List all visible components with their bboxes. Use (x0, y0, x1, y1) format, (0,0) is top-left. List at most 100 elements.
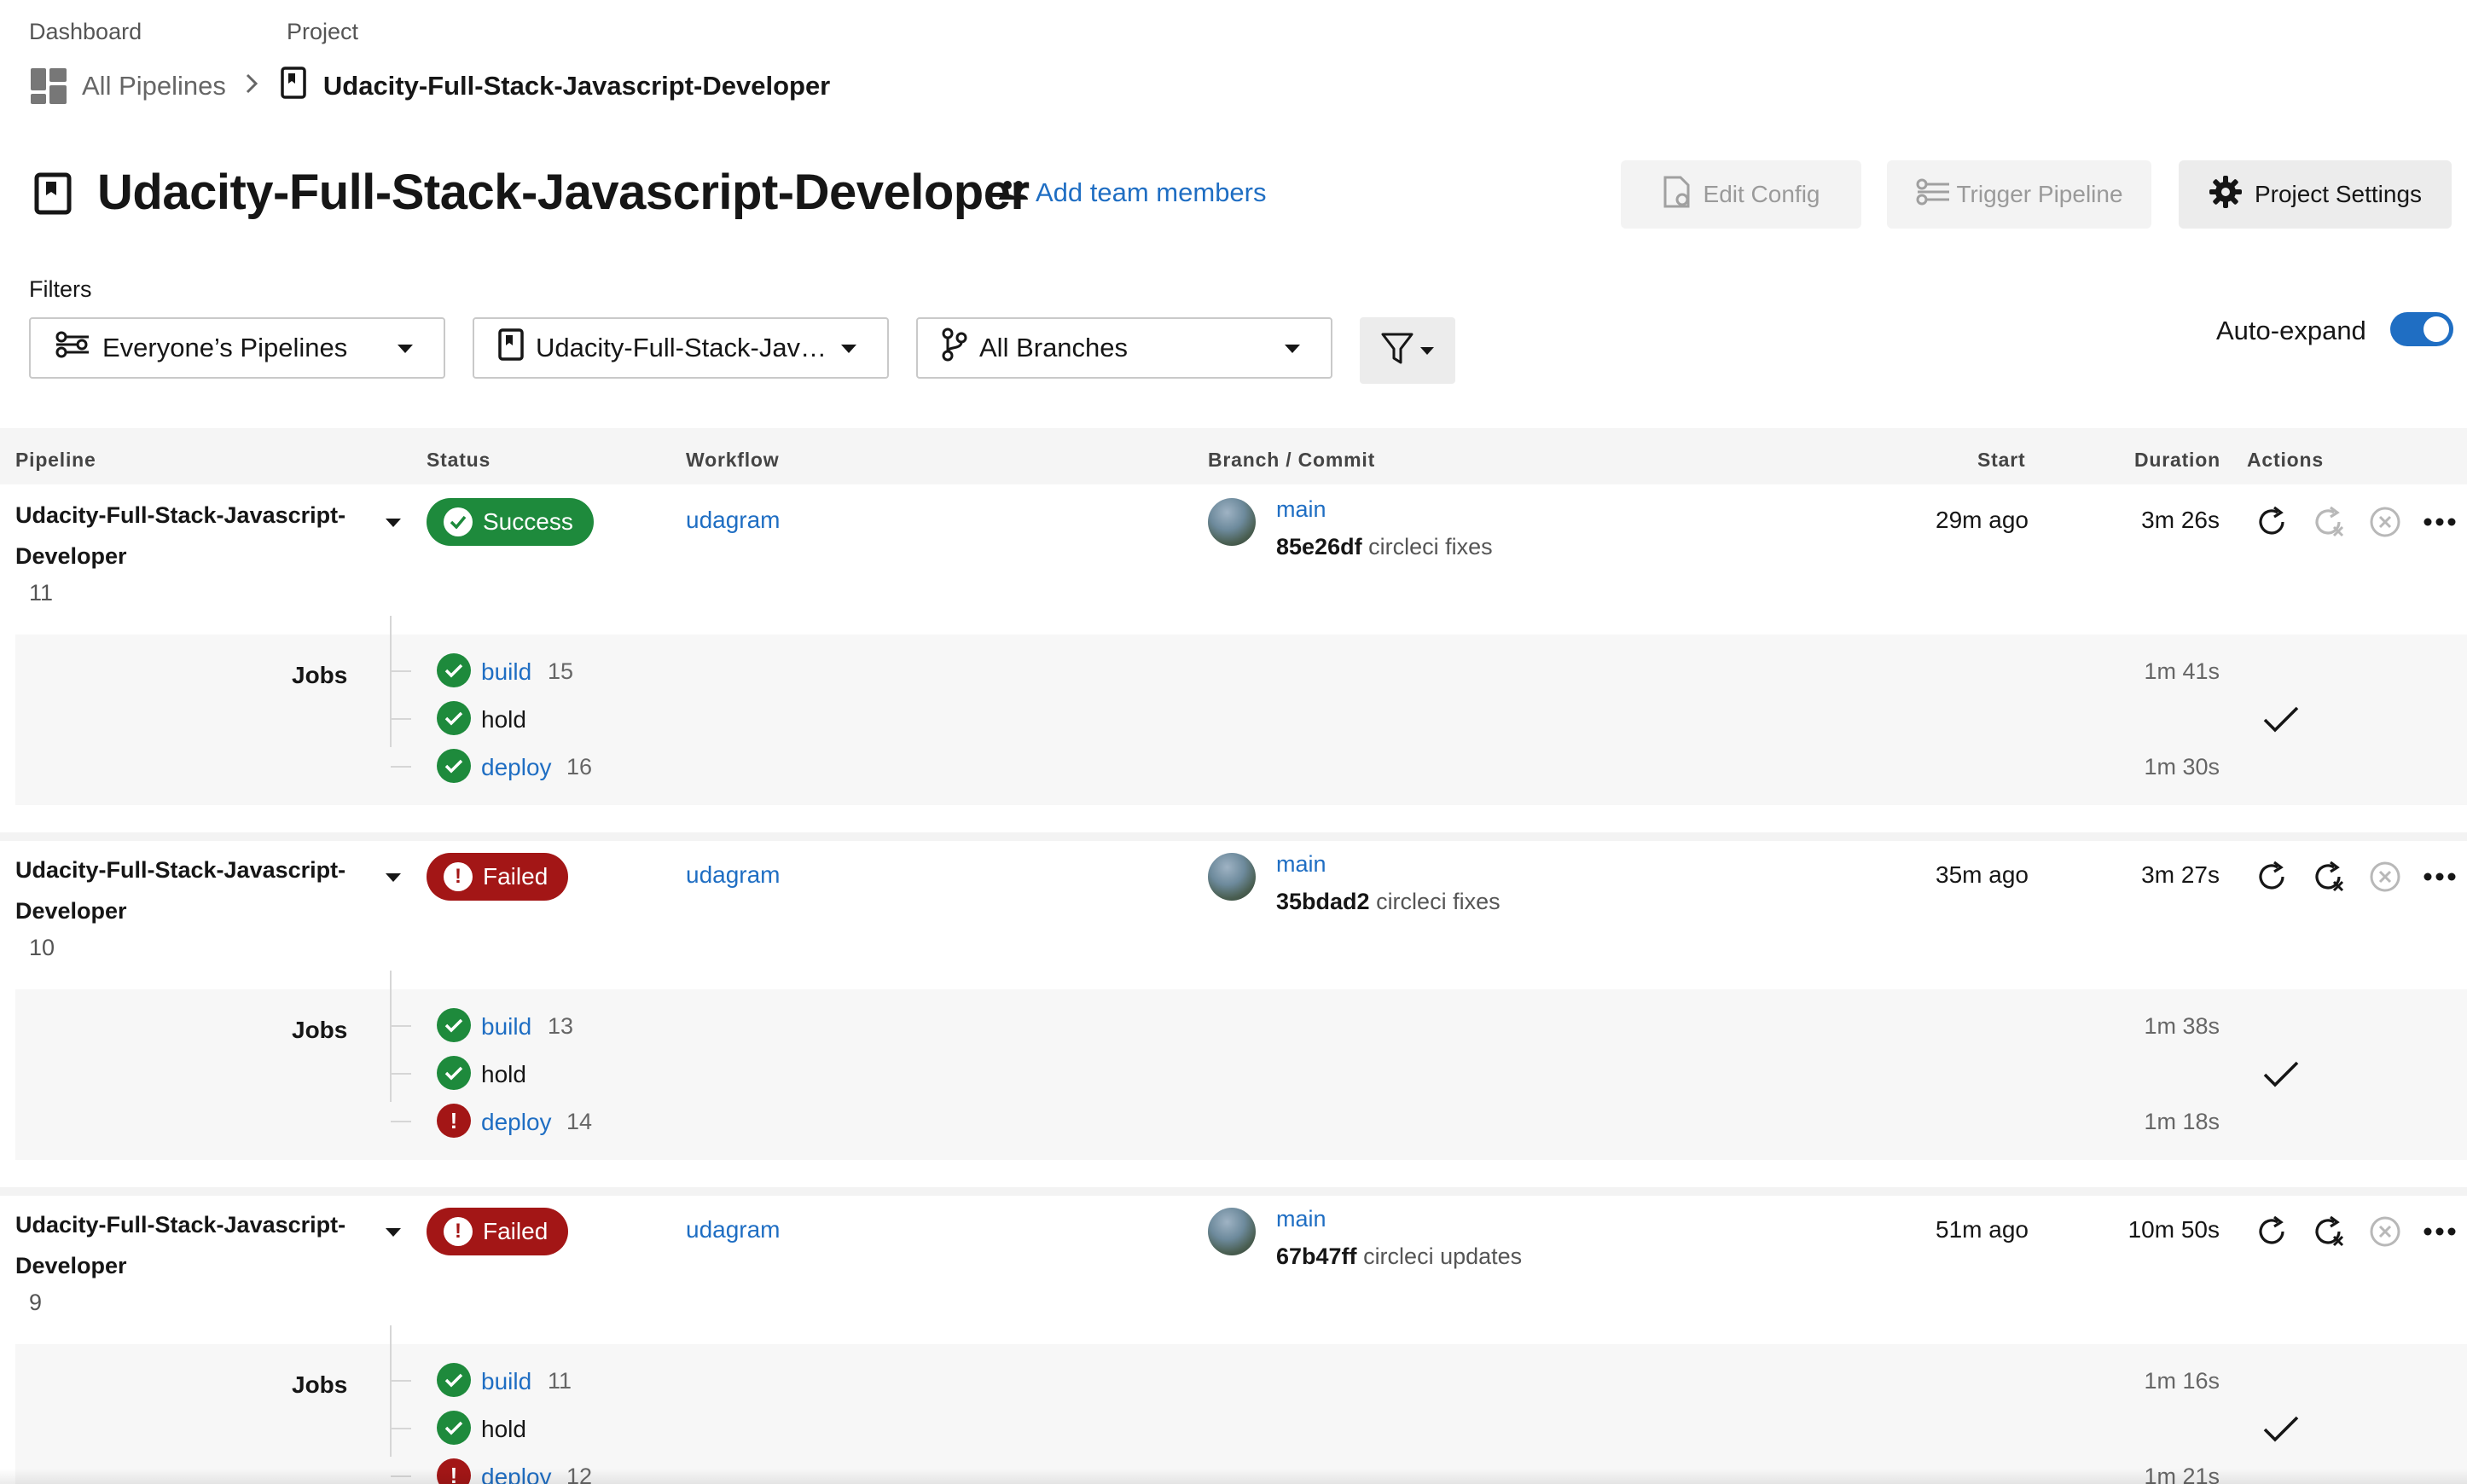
approved-check-icon (2262, 1056, 2300, 1093)
pipelines-filter-dropdown[interactable]: Everyone’s Pipelines (29, 317, 445, 379)
column-header-pipeline: Pipeline (15, 449, 96, 471)
chevron-down-icon[interactable] (386, 873, 401, 882)
column-header-workflow: Workflow (686, 449, 780, 471)
start-time: 35m ago (1936, 861, 2029, 888)
job-duration: 1m 38s (2144, 1013, 2220, 1039)
cancel-icon[interactable] (2366, 503, 2404, 541)
chevron-down-icon[interactable] (386, 519, 401, 527)
breadcrumb-dashboard-label: Dashboard (29, 19, 142, 44)
success-icon (437, 1056, 471, 1090)
branch-link[interactable]: main (1276, 851, 1326, 878)
job-link[interactable]: build (481, 1368, 531, 1395)
edit-config-label: Edit Config (1703, 181, 1820, 207)
duration: 10m 50s (2127, 1216, 2220, 1243)
chevron-down-icon[interactable] (386, 1228, 401, 1237)
job-tree-branch (391, 718, 411, 720)
workflow-link[interactable]: udagram (686, 507, 781, 534)
rerun-failed-icon[interactable] (2310, 1213, 2348, 1250)
breadcrumb-project-name[interactable]: Udacity-Full-Stack-Javascript-Developer (323, 71, 830, 101)
job-number: 16 (566, 754, 593, 780)
start-time: 51m ago (1936, 1216, 2029, 1243)
success-icon (437, 1363, 471, 1397)
start-time: 29m ago (1936, 507, 2029, 533)
job-number: 11 (548, 1368, 572, 1394)
status-badge: ! Failed (427, 1208, 569, 1255)
duration: 3m 27s (2141, 861, 2220, 888)
advanced-filter-button[interactable] (1360, 317, 1455, 384)
breadcrumb-all-pipelines-link[interactable]: All Pipelines (82, 71, 226, 101)
edit-config-button[interactable]: Edit Config (1621, 160, 1861, 229)
page-title: Udacity-Full-Stack-Javascript-Developer (97, 165, 1030, 220)
status-badge: ! Failed (427, 853, 569, 901)
column-header-status: Status (427, 449, 491, 471)
file-gear-icon (1663, 175, 1692, 215)
more-options-icon[interactable] (2421, 1213, 2458, 1250)
failed-icon: ! (437, 1104, 471, 1138)
rerun-icon[interactable] (2254, 503, 2291, 541)
chevron-down-icon (1285, 345, 1300, 353)
add-team-members-link[interactable]: Add team members (998, 177, 1267, 208)
approved-check-icon (2262, 1411, 2300, 1448)
column-header-start: Start (1977, 449, 2026, 471)
project-settings-label: Project Settings (2254, 181, 2423, 207)
project-settings-button[interactable]: Project Settings (2179, 160, 2452, 229)
commit-info[interactable]: 85e26df circleci fixes (1276, 534, 1493, 560)
pipeline-name-link[interactable]: Udacity-Full-Stack-Javascript- Developer (15, 849, 357, 931)
jobs-label: Jobs (292, 1371, 348, 1398)
more-options-icon[interactable] (2421, 858, 2458, 896)
branch-link[interactable]: main (1276, 496, 1326, 523)
job-tree-branch (391, 1121, 411, 1122)
funnel-icon (1381, 332, 1413, 370)
table-row: Udacity-Full-Stack-Javascript- Developer … (0, 1194, 2467, 1484)
branch-link[interactable]: main (1276, 1206, 1326, 1232)
chevron-down-icon (398, 345, 413, 353)
rerun-failed-icon[interactable] (2310, 858, 2348, 896)
trigger-pipeline-button[interactable]: Trigger Pipeline (1887, 160, 2151, 229)
jobs-label: Jobs (292, 1017, 348, 1043)
more-options-icon[interactable] (2421, 503, 2458, 541)
commit-info[interactable]: 67b47ff circleci updates (1276, 1243, 1522, 1270)
jobs-panel: Jobs build 11 1m 16s hold ! deploy 12 1m… (15, 1325, 2467, 1484)
rerun-icon[interactable] (2254, 858, 2291, 896)
job-tree-branch (391, 1380, 411, 1382)
auto-expand-toggle[interactable] (2390, 312, 2453, 346)
branch-filter-dropdown[interactable]: All Branches (916, 317, 1332, 379)
project-filter-value: Udacity-Full-Stack-Jav… (536, 333, 827, 362)
pipeline-number: 10 (29, 935, 55, 960)
success-icon (437, 701, 471, 735)
table-header: Pipeline Status Workflow Branch / Commit… (0, 428, 2467, 484)
duration: 3m 26s (2141, 507, 2220, 533)
job-number: 15 (548, 658, 574, 684)
job-link[interactable]: build (481, 658, 531, 686)
workflow-link[interactable]: udagram (686, 861, 781, 889)
project-filter-dropdown[interactable]: Udacity-Full-Stack-Jav… (473, 317, 889, 379)
job-link[interactable]: deploy (481, 754, 552, 781)
filters-label: Filters (29, 276, 92, 302)
cancel-icon[interactable] (2366, 1213, 2404, 1250)
pipeline-icon (1915, 177, 1953, 212)
pipelines-filter-value: Everyone’s Pipelines (102, 333, 348, 362)
breadcrumb-project-label: Project (287, 19, 359, 44)
cancel-icon[interactable] (2366, 858, 2404, 896)
rerun-failed-icon[interactable] (2310, 503, 2348, 541)
job-link[interactable]: build (481, 1013, 531, 1041)
table-row: Udacity-Full-Stack-Javascript- Developer … (0, 484, 2467, 832)
git-branch-icon (942, 328, 967, 368)
people-icon (998, 177, 1029, 208)
table-row: Udacity-Full-Stack-Javascript- Developer … (0, 839, 2467, 1187)
chevron-down-icon (841, 345, 856, 353)
commit-info[interactable]: 35bdad2 circleci fixes (1276, 889, 1501, 915)
trigger-pipeline-label: Trigger Pipeline (1956, 181, 2123, 207)
job-link[interactable]: deploy (481, 1109, 552, 1136)
job-duration: 1m 16s (2144, 1368, 2220, 1394)
workflow-link[interactable]: udagram (686, 1216, 781, 1243)
pipeline-icon (55, 330, 90, 366)
column-header-actions: Actions (2247, 449, 2324, 471)
pipeline-number: 11 (29, 580, 54, 606)
pipeline-name-link[interactable]: Udacity-Full-Stack-Javascript- Developer (15, 1204, 357, 1286)
pipeline-name-link[interactable]: Udacity-Full-Stack-Javascript- Developer (15, 495, 357, 577)
project-bookmark-icon (498, 328, 524, 368)
job-duration: 1m 41s (2144, 658, 2220, 684)
rerun-icon[interactable] (2254, 1213, 2291, 1250)
dashboard-grid-icon[interactable] (31, 68, 67, 104)
